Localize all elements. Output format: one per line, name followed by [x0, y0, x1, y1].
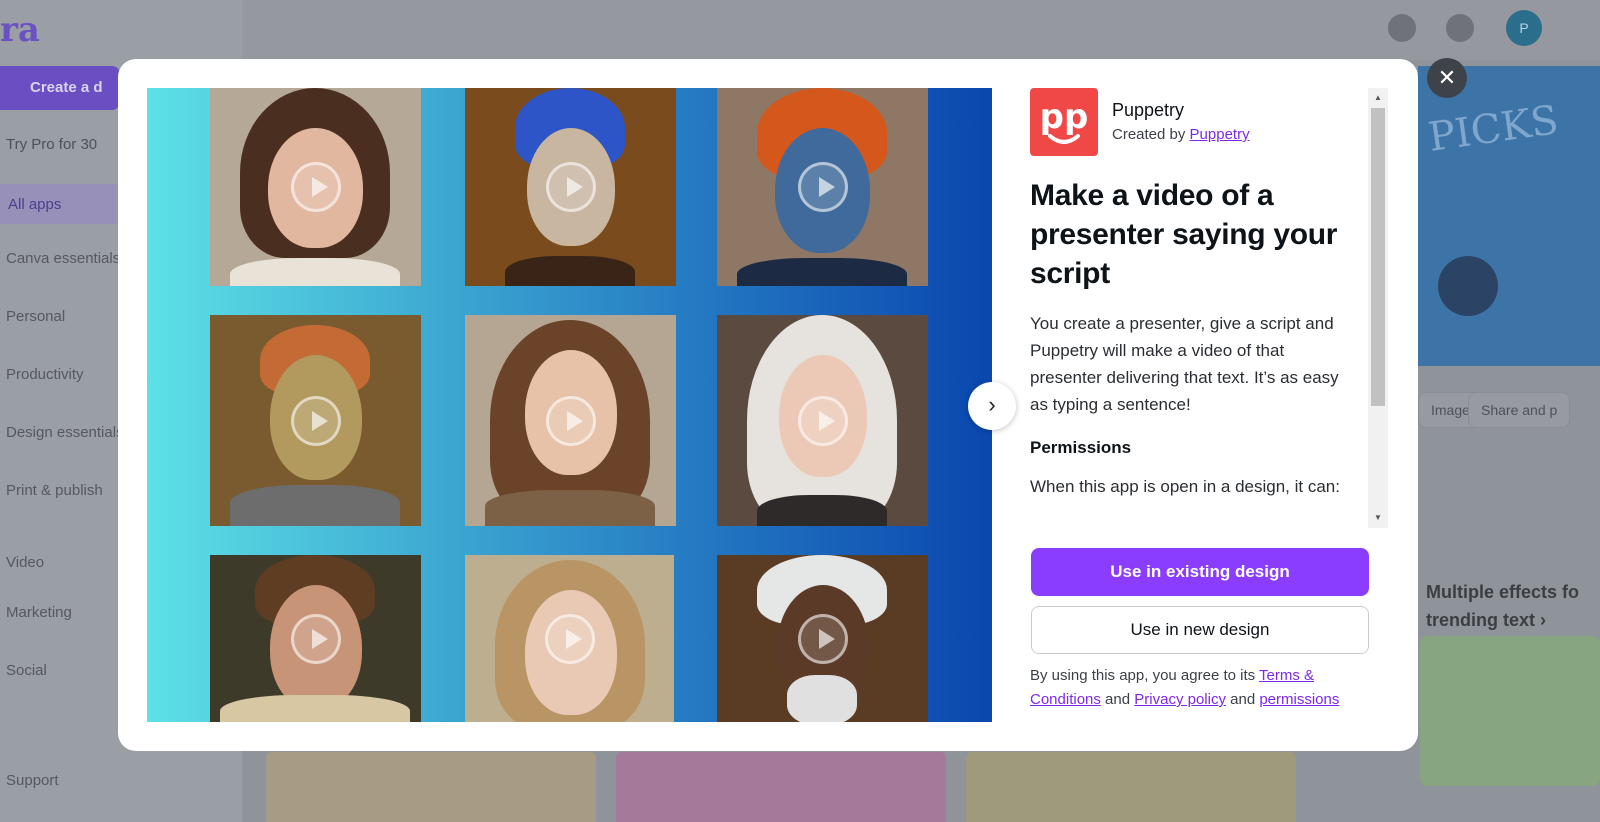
background-sidebar-item: Personal	[6, 308, 66, 325]
background-sidebar-item: Design essentials	[6, 424, 124, 441]
play-icon[interactable]	[545, 395, 596, 446]
app-info-scroll-area[interactable]: pp Puppetry Created by Puppetry Make a v…	[1030, 88, 1366, 528]
play-icon[interactable]	[797, 395, 848, 446]
chevron-right-icon[interactable]: ›	[968, 382, 1016, 430]
preview-gallery	[147, 88, 992, 722]
play-icon[interactable]	[797, 162, 848, 212]
watch-image	[1438, 256, 1498, 316]
gallery-tile[interactable]	[717, 315, 928, 526]
background-sidebar-item: Marketing	[6, 604, 72, 621]
help-icon	[1388, 14, 1416, 42]
use-in-existing-design-button[interactable]: Use in existing design	[1031, 548, 1369, 596]
background-sidebar-item: Print & publish	[6, 482, 103, 499]
app-logo: pp	[1030, 88, 1098, 156]
permissions-link[interactable]: permissions	[1259, 691, 1339, 708]
app-headline: Make a video of a presenter saying your …	[1030, 179, 1338, 290]
background-logo: ra	[0, 10, 40, 50]
background-try-pro: Try Pro for 30	[6, 136, 98, 153]
gallery-tile[interactable]	[717, 555, 928, 722]
background-promo-image	[1420, 636, 1600, 786]
play-icon[interactable]	[290, 395, 341, 446]
scrollbar-thumb[interactable]	[1371, 108, 1385, 406]
privacy-policy-link[interactable]: Privacy policy	[1134, 691, 1226, 708]
background-pill: Share and p	[1468, 392, 1571, 428]
gallery-tile[interactable]	[465, 88, 676, 286]
play-icon[interactable]	[797, 613, 848, 664]
bell-icon	[1446, 14, 1474, 42]
background-sidebar-item: Support	[6, 772, 59, 789]
background-create-button: Create a d	[0, 66, 120, 110]
avatar: P	[1506, 10, 1542, 46]
scroll-down-arrow-icon[interactable]: ▼	[1368, 510, 1388, 526]
permissions-text: When this app is open in a design, it ca…	[1030, 477, 1340, 496]
gallery-tile[interactable]	[717, 88, 928, 286]
close-icon[interactable]: ✕	[1427, 58, 1467, 98]
app-name: Puppetry	[1112, 100, 1185, 120]
gallery-tile[interactable]	[210, 555, 421, 722]
background-sidebar-item: Social	[6, 662, 47, 679]
developer-link[interactable]: Puppetry	[1190, 126, 1250, 143]
puppetry-logo-icon: pp	[1040, 97, 1089, 144]
play-icon[interactable]	[544, 613, 595, 664]
background-thumbnail	[966, 752, 1296, 822]
gallery-tile[interactable]	[465, 315, 676, 526]
background-banner: PICKS	[1418, 66, 1600, 366]
play-icon[interactable]	[545, 162, 596, 212]
svg-text:pp: pp	[1040, 97, 1089, 137]
background-promo-subtitle: trending text ›	[1426, 610, 1546, 630]
gallery-tile[interactable]	[210, 88, 421, 286]
background-promo-title: Multiple effects fo	[1426, 582, 1580, 602]
app-description: You create a presenter, give a script an…	[1030, 314, 1339, 414]
use-in-new-design-button[interactable]: Use in new design	[1031, 606, 1369, 654]
background-sidebar-item: Video	[6, 554, 45, 571]
gallery-tile[interactable]	[210, 315, 421, 526]
play-icon[interactable]	[290, 162, 341, 212]
background-thumbnail	[616, 752, 946, 822]
background-sidebar-item: Productivity	[6, 366, 84, 383]
created-by: Created by Puppetry	[1112, 126, 1250, 143]
scroll-up-arrow-icon[interactable]: ▲	[1368, 90, 1388, 106]
background-thumbnail	[266, 752, 596, 822]
play-icon[interactable]	[290, 613, 341, 664]
panel-scrollbar[interactable]: ▲ ▼	[1368, 88, 1388, 528]
permissions-title: Permissions	[1030, 438, 1132, 457]
background-sidebar-item: Canva essentials	[6, 250, 121, 267]
gallery-tile[interactable]	[465, 555, 674, 722]
terms-notice: By using this app, you agree to its Term…	[1030, 667, 1340, 708]
